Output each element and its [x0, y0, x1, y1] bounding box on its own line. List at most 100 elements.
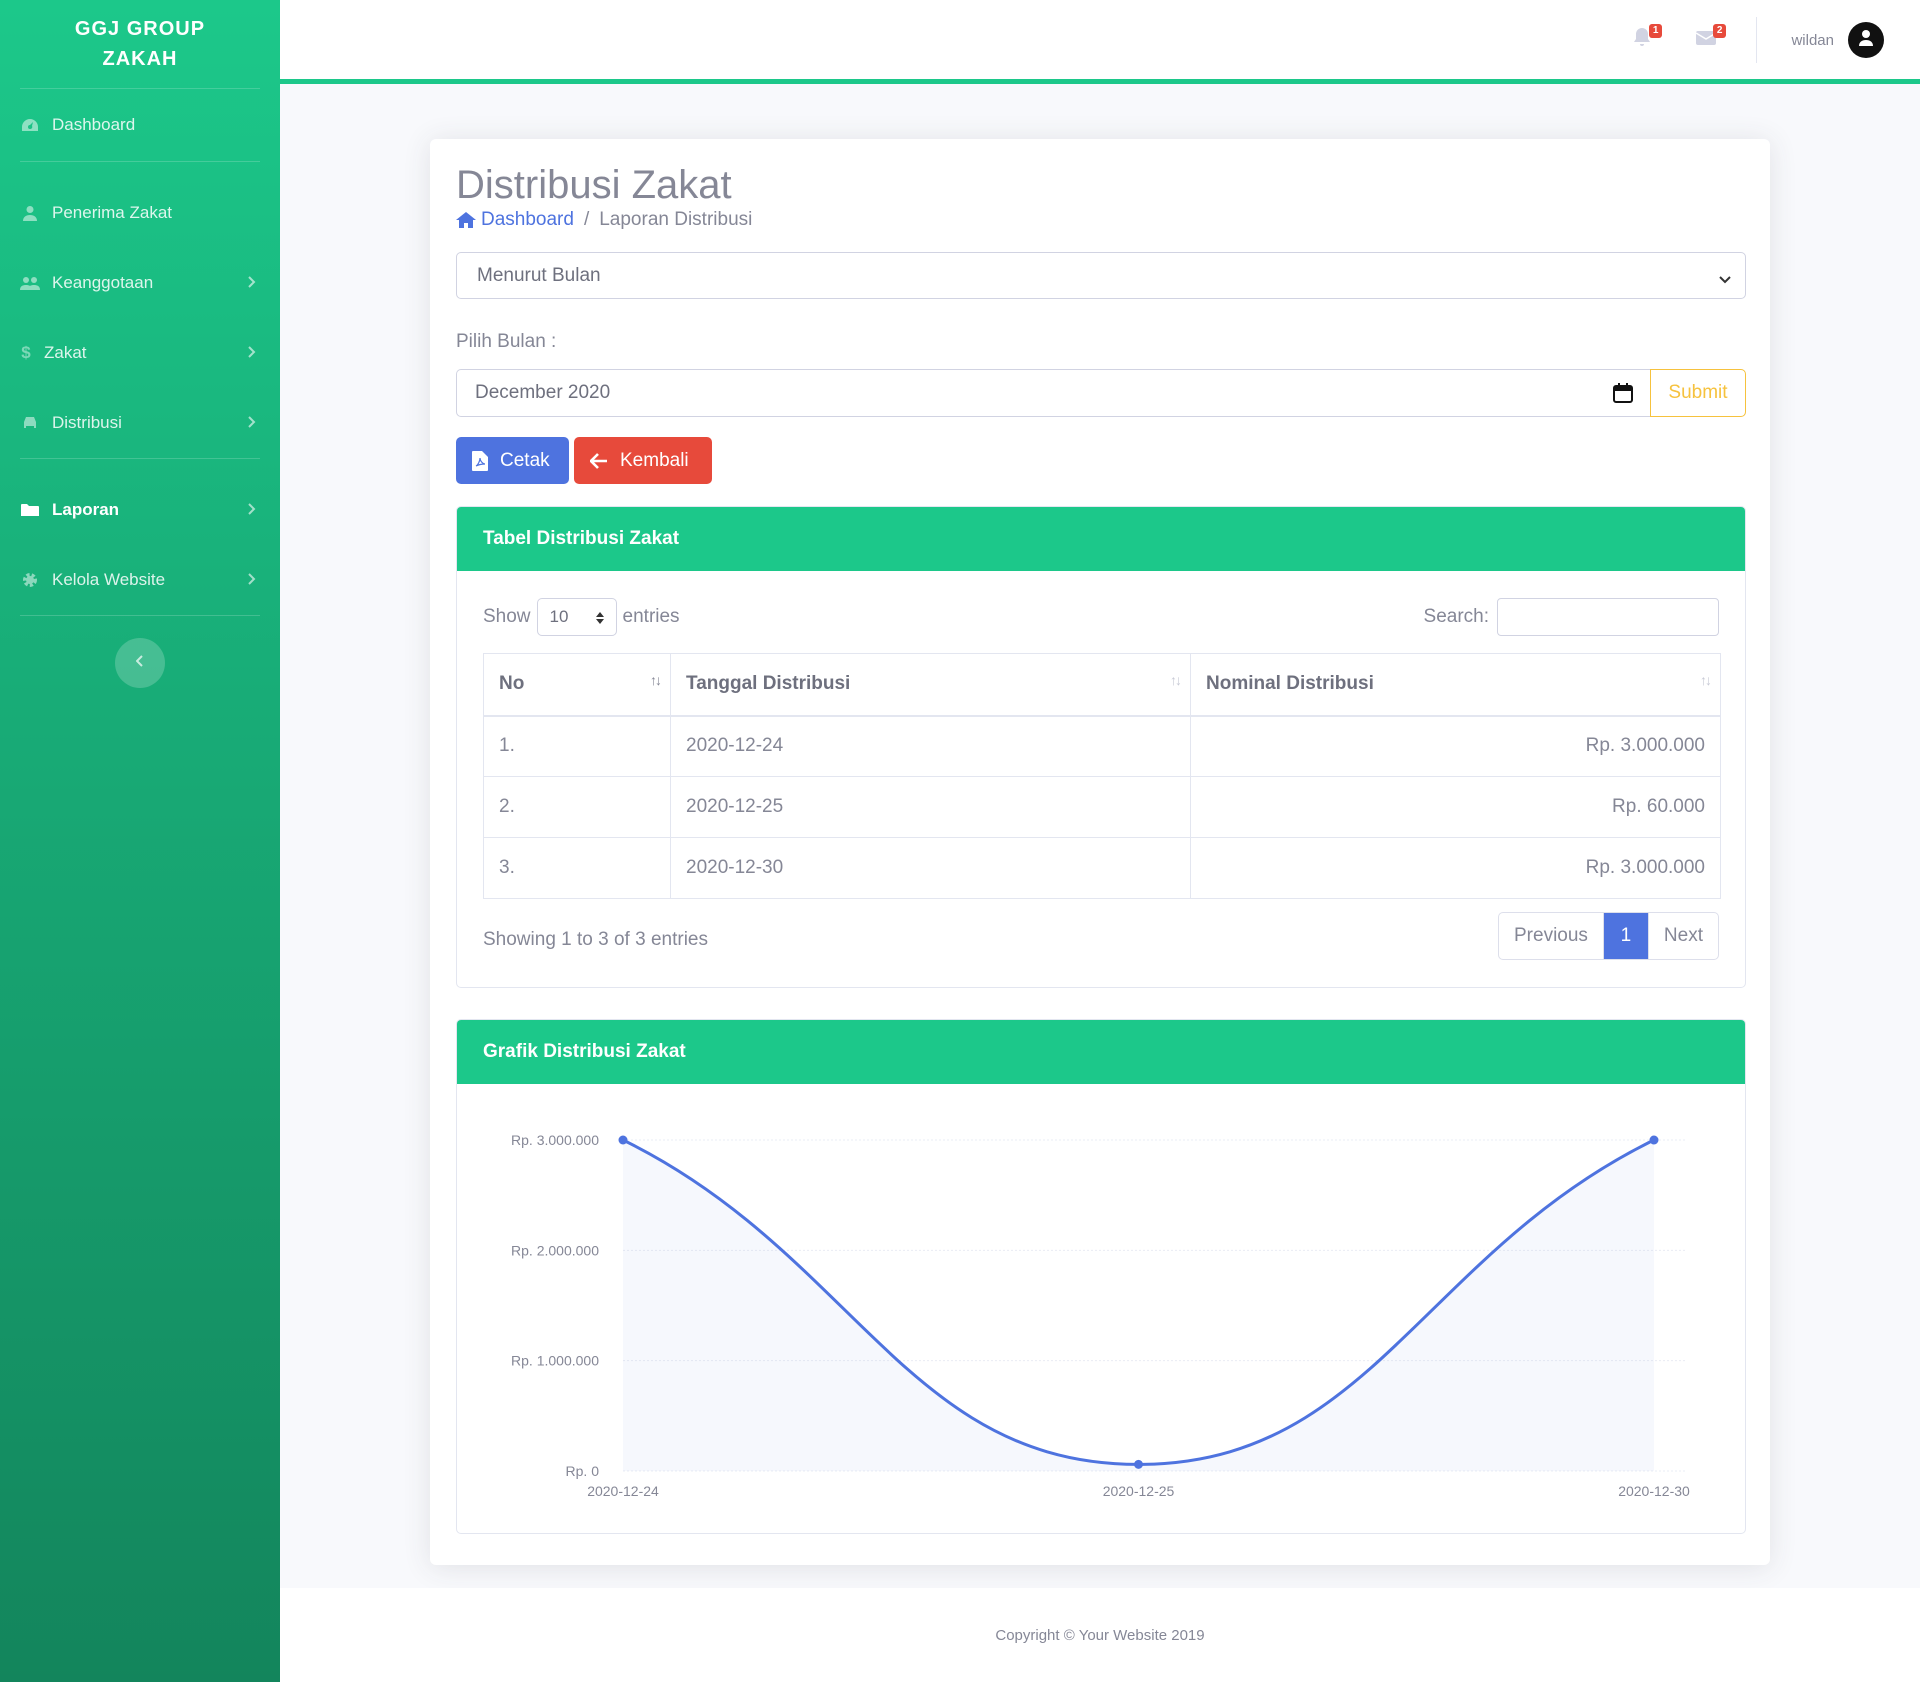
month-input-value: December 2020: [475, 382, 611, 403]
sort-icon: ↑↓: [1700, 672, 1712, 688]
sidebar: GGJ GROUP ZAKAH Dashboard Penerima Zakat …: [0, 0, 280, 1682]
page-length-select[interactable]: 10: [536, 598, 617, 636]
chevron-right-icon: [248, 273, 256, 293]
pagination-next[interactable]: Next: [1647, 913, 1718, 959]
sort-icon: ↑↓: [1170, 672, 1182, 688]
breadcrumb-home-label: Dashboard: [481, 209, 574, 230]
table-row: 1. 2020-12-24 Rp. 3.000.000: [483, 715, 1721, 777]
distribution-table: No ↑↓ Tanggal Distribusi ↑↓ Nominal Distri…: [483, 653, 1721, 899]
sidebar-toggle-button[interactable]: [115, 638, 165, 688]
username[interactable]: wildan: [1791, 32, 1834, 49]
column-header-tanggal[interactable]: Tanggal Distribusi ↑↓: [670, 653, 1191, 717]
column-header-label: Tanggal Distribusi: [686, 673, 851, 695]
brand[interactable]: GGJ GROUP ZAKAH: [0, 0, 280, 88]
table-row: 2. 2020-12-25 Rp. 60.000: [483, 776, 1721, 838]
sidebar-item-kelola-website[interactable]: Kelola Website: [0, 545, 280, 615]
calendar-icon[interactable]: [1612, 382, 1634, 410]
cell-date: 2020-12-24: [670, 715, 1191, 777]
cell-amount: Rp. 3.000.000: [1190, 837, 1721, 899]
month-label: Pilih Bulan :: [456, 331, 557, 352]
chart-data-point: [618, 1135, 628, 1145]
main-card: Distribusi Zakat Dashboard / Laporan Dis…: [430, 139, 1770, 1565]
sidebar-item-distribusi[interactable]: Distribusi: [0, 388, 280, 458]
topbar: 1 2 wildan: [280, 0, 1920, 84]
chevron-left-icon: [135, 654, 144, 672]
cell-no: 2.: [483, 776, 671, 838]
brand-line1: GGJ GROUP: [74, 18, 206, 40]
datatable-controls: Show 10 entries Search:: [483, 597, 1719, 637]
back-button[interactable]: Kembali: [574, 437, 712, 484]
search-label: Search:: [1423, 606, 1489, 627]
chart-data-point: [1134, 1459, 1143, 1469]
column-header-label: No: [499, 673, 525, 695]
report-filter-select[interactable]: Menurut Bulan: [456, 252, 1746, 299]
table-row: 3. 2020-12-30 Rp. 3.000.000: [483, 837, 1721, 899]
table-card: Tabel Distribusi Zakat Show 10 entries S…: [456, 506, 1746, 988]
sidebar-item-keanggotaan[interactable]: Keanggotaan: [0, 248, 280, 318]
cell-amount: Rp. 3.000.000: [1190, 715, 1721, 777]
chart-area-fill: [623, 1140, 1654, 1471]
show-label: Show: [483, 606, 531, 627]
sort-spinner-icon: [595, 610, 604, 630]
cell-no: 1.: [483, 715, 671, 777]
breadcrumb-separator: /: [583, 209, 590, 230]
chevron-right-icon: [248, 343, 256, 363]
folder-icon: [20, 500, 40, 520]
sidebar-item-label: Keanggotaan: [52, 273, 154, 292]
pagination-previous[interactable]: Previous: [1499, 913, 1604, 959]
messages-badge: 2: [1712, 24, 1727, 38]
user-icon: [1858, 29, 1874, 52]
chevron-right-icon: [248, 413, 256, 433]
chevron-down-icon: [1719, 268, 1731, 290]
breadcrumb: Dashboard / Laporan Distribusi: [456, 209, 752, 231]
sidebar-item-label: Penerima Zakat: [52, 203, 172, 222]
pagination: Previous 1 Next: [1498, 912, 1719, 960]
column-header-no[interactable]: No ↑↓: [483, 653, 671, 717]
chevron-right-icon: [248, 500, 256, 520]
footer: Copyright © Your Website 2019: [280, 1588, 1920, 1682]
dollar-icon: $: [21, 343, 31, 362]
breadcrumb-home-link[interactable]: Dashboard: [456, 209, 574, 231]
pagination-page-1[interactable]: 1: [1603, 913, 1648, 959]
cell-date: 2020-12-25: [670, 776, 1191, 838]
search-input[interactable]: [1497, 598, 1719, 636]
submit-button[interactable]: Submit: [1650, 369, 1746, 417]
chevron-right-icon: [248, 570, 256, 590]
chart-y-tick-label: Rp. 2.000.000: [511, 1242, 599, 1258]
page-length-value: 10: [549, 607, 569, 626]
cog-icon: [20, 570, 40, 590]
sidebar-item-label: Kelola Website: [52, 570, 166, 589]
arrow-left-icon: [590, 452, 620, 469]
table-card-title: Tabel Distribusi Zakat: [457, 507, 1745, 571]
alerts-button[interactable]: 1: [1628, 24, 1663, 54]
topbar-divider: [1756, 17, 1758, 63]
entries-label: entries: [622, 606, 680, 627]
table-info: Showing 1 to 3 of 3 entries: [483, 929, 708, 950]
chart-x-tick-label: 2020-12-25: [1103, 1483, 1175, 1499]
chart-y-tick-label: Rp. 1.000.000: [511, 1353, 599, 1369]
sidebar-item-zakat[interactable]: $ Zakat: [0, 318, 280, 388]
sidebar-item-label: Dashboard: [52, 115, 136, 134]
avatar[interactable]: [1848, 22, 1884, 58]
sidebar-item-label: Laporan: [52, 500, 120, 519]
distribution-chart: Rp. 0 Rp. 1.000.000 Rp. 2.000.000 Rp. 3.000…: [511, 1132, 1690, 1499]
car-icon: [20, 413, 40, 433]
messages-button[interactable]: 2: [1692, 24, 1727, 54]
chart-x-tick-label: 2020-12-30: [1618, 1483, 1690, 1499]
users-icon: [20, 273, 40, 293]
sidebar-item-dashboard[interactable]: Dashboard: [0, 89, 280, 161]
home-icon: [456, 212, 476, 228]
tachometer-icon: [20, 115, 40, 135]
sidebar-item-penerima-zakat[interactable]: Penerima Zakat: [0, 178, 280, 248]
copyright-text: Copyright © Your Website 2019: [995, 1626, 1205, 1644]
print-button[interactable]: Cetak: [456, 437, 569, 484]
sort-icon: ↑↓: [650, 672, 662, 688]
brand-line2: ZAKAH: [102, 48, 178, 70]
sidebar-item-laporan[interactable]: Laporan: [0, 475, 280, 545]
chart-card-title: Grafik Distribusi Zakat: [457, 1020, 1745, 1084]
chart-x-tick-label: 2020-12-24: [587, 1483, 659, 1499]
chart-data-point: [1649, 1135, 1659, 1145]
column-header-nominal[interactable]: Nominal Distribusi ↑↓: [1190, 653, 1721, 717]
month-input[interactable]: December 2020: [456, 369, 1650, 417]
file-pdf-icon: [472, 450, 500, 471]
